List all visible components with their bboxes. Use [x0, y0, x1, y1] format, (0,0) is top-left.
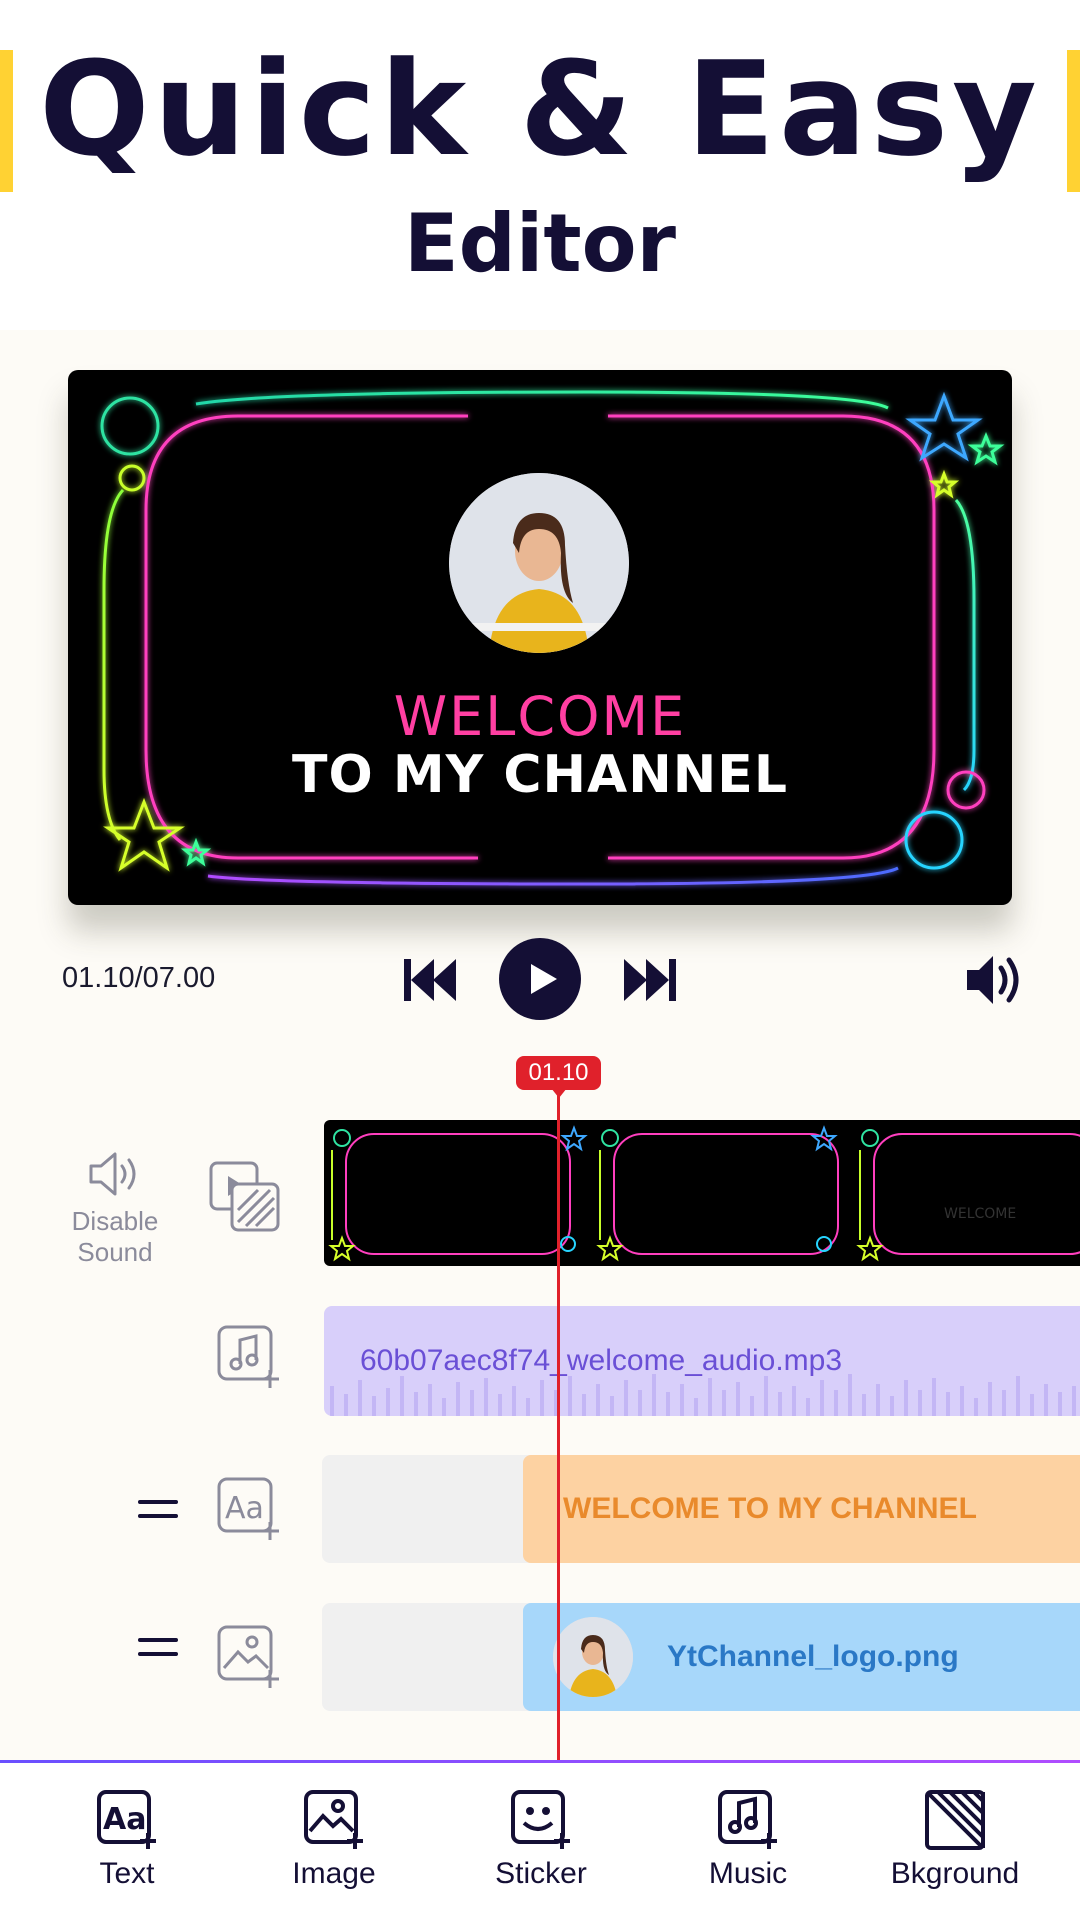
header: Quick & Easy Editor — [0, 0, 1080, 330]
text-clip-label: WELCOME TO MY CHANNEL — [563, 1492, 977, 1525]
play-button[interactable] — [499, 938, 581, 1020]
volume-icon — [967, 956, 1019, 1004]
bottom-toolbar: Aa Text Image Sticker Music Bkground — [0, 1763, 1080, 1920]
presenter-avatar — [449, 473, 629, 653]
music-add-icon — [718, 1790, 777, 1849]
image-tool-button[interactable]: Image — [259, 1789, 409, 1891]
text-add-icon: Aa — [217, 1477, 279, 1540]
time-display: 01.10/07.00 — [62, 962, 216, 994]
disable-sound-label: Disable Sound — [71, 1206, 159, 1267]
video-thumbnails: WELCOME — [328, 1125, 1080, 1262]
welcome-text-line2: TO MY CHANNEL — [292, 745, 788, 805]
svg-text:Aa: Aa — [225, 1491, 264, 1526]
skip-previous-button[interactable] — [402, 955, 458, 1005]
music-tool-button[interactable]: Music — [673, 1789, 823, 1891]
audio-clip[interactable]: 60b07aec8f74_welcome_audio.mp3 — [324, 1306, 1080, 1416]
image-clip-label: YtChannel_logo.png — [667, 1640, 959, 1673]
text-track-drag-handle[interactable] — [138, 1500, 178, 1528]
background-tool-label: Bkground — [890, 1857, 1020, 1890]
add-music-track-button[interactable] — [216, 1324, 282, 1395]
skip-previous-icon — [404, 959, 456, 1001]
background-icon — [925, 1790, 985, 1850]
text-tool-button[interactable]: Aa Text — [52, 1789, 202, 1891]
video-layer-icon — [209, 1161, 280, 1232]
image-clip-thumbnail — [553, 1617, 633, 1697]
playhead-line[interactable] — [557, 1090, 560, 1760]
text-add-icon: Aa — [97, 1790, 156, 1849]
image-tool-label: Image — [292, 1857, 376, 1890]
music-add-icon — [217, 1325, 279, 1388]
play-icon — [531, 964, 557, 994]
sticker-add-icon — [511, 1790, 570, 1849]
page-subtitle: Editor — [404, 197, 676, 290]
image-clip[interactable]: YtChannel_logo.png — [523, 1603, 1080, 1711]
video-clip-strip[interactable]: WELCOME — [324, 1120, 1080, 1266]
video-thumb-text: WELCOME — [944, 1206, 1016, 1222]
audio-file-name: 60b07aec8f74_welcome_audio.mp3 — [360, 1344, 843, 1377]
sticker-tool-button[interactable]: Sticker — [466, 1789, 616, 1891]
background-tool-button[interactable]: Bkground — [880, 1789, 1030, 1891]
text-clip[interactable]: WELCOME TO MY CHANNEL — [523, 1455, 1080, 1563]
volume-button[interactable] — [963, 952, 1023, 1008]
add-image-track-button[interactable] — [216, 1624, 282, 1695]
skip-next-button[interactable] — [622, 955, 678, 1005]
add-text-track-button[interactable]: Aa — [216, 1476, 282, 1547]
image-track-drag-handle[interactable] — [138, 1638, 178, 1666]
video-preview[interactable]: WELCOME TO MY CHANNEL — [68, 370, 1012, 905]
image-add-icon — [217, 1625, 279, 1688]
playhead-time[interactable]: 01.10 — [516, 1056, 601, 1090]
video-track-button[interactable] — [208, 1160, 284, 1239]
welcome-text-line1: WELCOME — [393, 685, 687, 748]
text-tool-label: Text — [99, 1857, 155, 1890]
music-tool-label: Music — [708, 1857, 788, 1890]
svg-text:Aa: Aa — [103, 1802, 146, 1837]
skip-next-icon — [624, 959, 676, 1001]
speaker-icon — [89, 1152, 136, 1196]
page-title: Quick & Easy — [39, 33, 1041, 185]
image-add-icon — [304, 1790, 363, 1849]
sticker-tool-label: Sticker — [495, 1857, 587, 1890]
disable-sound-button[interactable]: Disable Sound — [60, 1148, 170, 1268]
